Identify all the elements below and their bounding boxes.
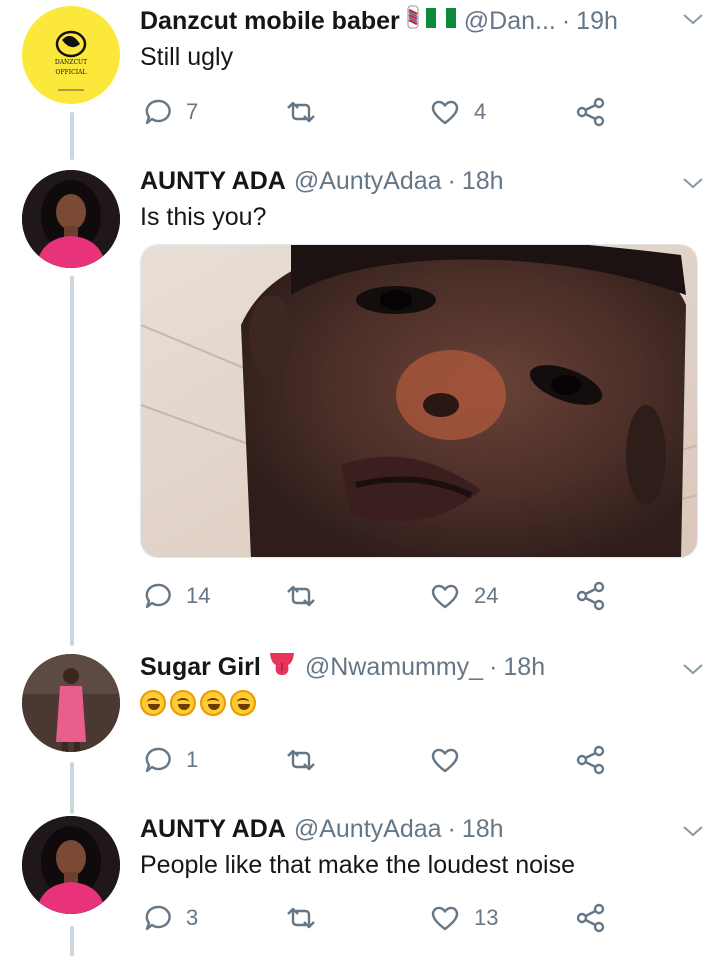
share-icon	[576, 745, 605, 775]
share-button[interactable]	[576, 92, 606, 132]
tweet[interactable]: AUNTY ADA @AuntyAdaa · 18h People like t…	[0, 808, 720, 952]
heart-icon	[431, 100, 459, 125]
timestamp[interactable]: 18h	[462, 164, 504, 198]
share-icon	[576, 97, 605, 127]
timestamp[interactable]: 18h	[462, 812, 504, 846]
share-button[interactable]	[576, 898, 606, 938]
profile-photo	[22, 170, 120, 268]
avatar[interactable]	[22, 170, 120, 268]
profile-photo	[22, 654, 120, 752]
retweet-icon	[287, 749, 315, 771]
timestamp[interactable]: 19h	[576, 4, 618, 38]
display-name[interactable]: AUNTY ADA	[140, 164, 286, 198]
like-count: 24	[474, 583, 499, 608]
like-count: 4	[474, 99, 487, 124]
retweet-button[interactable]	[284, 576, 332, 616]
reply-count: 14	[186, 583, 211, 608]
reply-count: 3	[186, 905, 199, 930]
like-button[interactable]: 4	[430, 92, 486, 132]
tweet-text: People like that make the loudest noise	[140, 851, 575, 879]
separator-dot: ·	[561, 7, 571, 35]
reply-icon	[145, 905, 171, 931]
heart-icon	[431, 906, 459, 931]
like-button[interactable]: 24	[430, 576, 498, 616]
like-count: 13	[474, 905, 499, 930]
share-button[interactable]	[576, 576, 606, 616]
selfie-image	[141, 245, 697, 557]
display-name[interactable]: Danzcut mobile baber	[140, 4, 400, 38]
rofl-emoji	[230, 690, 256, 716]
separator-dot: ·	[489, 653, 498, 681]
svg-text:DANZCUT: DANZCUT	[55, 59, 87, 66]
profile-photo	[22, 816, 120, 914]
reply-count: 1	[186, 747, 199, 772]
barber-pole-emoji	[406, 4, 420, 39]
handle[interactable]: @Dan...	[464, 4, 556, 38]
retweet-button[interactable]	[284, 740, 332, 780]
reply-button[interactable]: 3	[144, 898, 198, 938]
rofl-emoji	[200, 690, 226, 716]
heart-icon	[431, 584, 459, 609]
avatar[interactable]	[22, 816, 120, 914]
tweet-text: Is this you?	[140, 203, 267, 231]
reply-icon	[145, 583, 171, 609]
retweet-icon	[287, 907, 315, 929]
reply-count: 7	[186, 99, 199, 124]
tweet-actions: 7 4	[140, 92, 610, 132]
share-icon	[576, 903, 605, 933]
chevron-down-icon[interactable]	[680, 660, 706, 678]
svg-text:OFFICIAL: OFFICIAL	[56, 69, 87, 76]
display-name[interactable]: AUNTY ADA	[140, 812, 286, 846]
tweet-actions: 3 13	[140, 898, 610, 938]
handle[interactable]: @Nwamummy_	[305, 650, 483, 684]
tweet[interactable]: DANZCUT OFFICIAL Danzcut mobile baber @D…	[0, 0, 720, 140]
reply-button[interactable]: 1	[144, 740, 198, 780]
like-button[interactable]	[430, 740, 474, 780]
tweet-actions: 1	[140, 740, 610, 780]
share-icon	[576, 581, 605, 611]
retweet-button[interactable]	[284, 898, 332, 938]
retweet-icon	[287, 585, 315, 607]
share-button[interactable]	[576, 740, 606, 780]
tweet-text	[140, 686, 700, 721]
retweet-icon	[287, 101, 315, 123]
rofl-emoji	[140, 690, 166, 716]
handle[interactable]: @AuntyAdaa	[294, 812, 442, 846]
avatar[interactable]	[22, 654, 120, 752]
tongue-emoji	[267, 649, 297, 686]
separator-dot: ·	[447, 815, 456, 843]
heart-icon	[431, 748, 459, 773]
nigeria-flag-emoji	[425, 4, 456, 38]
tweet-photo[interactable]	[140, 244, 698, 558]
display-name[interactable]: Sugar Girl	[140, 650, 261, 684]
separator-dot: ·	[447, 167, 456, 195]
rofl-emoji	[170, 690, 196, 716]
tweet[interactable]: Sugar Girl @Nwamummy_ · 18h 1	[0, 646, 720, 796]
retweet-button[interactable]	[284, 92, 332, 132]
avatar[interactable]: DANZCUT OFFICIAL	[22, 6, 120, 104]
chevron-down-icon[interactable]	[680, 10, 706, 28]
danzcut-logo: DANZCUT OFFICIAL	[55, 30, 87, 91]
reply-button[interactable]: 14	[144, 576, 210, 616]
reply-icon	[145, 747, 171, 773]
timestamp[interactable]: 18h	[503, 650, 545, 684]
reply-button[interactable]: 7	[144, 92, 198, 132]
handle[interactable]: @AuntyAdaa	[294, 164, 442, 198]
chevron-down-icon[interactable]	[680, 822, 706, 840]
tweet-actions: 14 24	[140, 576, 610, 616]
like-button[interactable]: 13	[430, 898, 498, 938]
tweet-text: Still ugly	[140, 43, 234, 71]
reply-icon	[145, 99, 171, 125]
chevron-down-icon[interactable]	[680, 174, 706, 192]
